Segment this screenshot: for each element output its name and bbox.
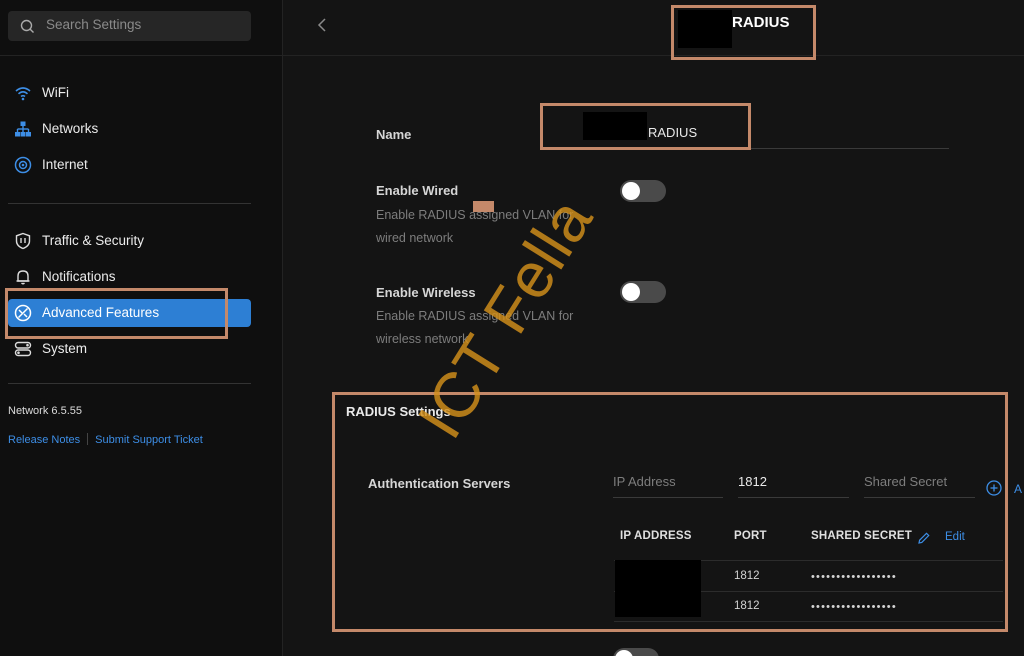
toggle-knob [622, 182, 640, 200]
system-icon [14, 341, 32, 357]
networks-icon [15, 121, 31, 137]
divider [0, 55, 283, 56]
sidebar-item-wifi[interactable]: WiFi [8, 79, 251, 107]
sidebar-item-label: Notifications [42, 269, 116, 284]
search-placeholder: Search Settings [46, 17, 142, 32]
add-server-button[interactable]: A [1014, 482, 1022, 496]
sidebar-item-label: Networks [42, 121, 99, 136]
sidebar-item-networks[interactable]: Networks [8, 115, 251, 143]
toggle-knob [615, 650, 633, 656]
divider [8, 203, 251, 204]
toggle-knob [622, 283, 640, 301]
globe-icon [14, 156, 32, 174]
sidebar-item-label: Internet [42, 157, 88, 172]
highlight-box [671, 5, 816, 60]
enable-wireless-toggle[interactable] [620, 281, 666, 303]
sidebar-item-label: WiFi [42, 85, 69, 100]
wifi-icon [15, 87, 31, 101]
enable-wired-toggle[interactable] [620, 180, 666, 202]
sidebar-item-notifications[interactable]: Notifications [8, 263, 251, 291]
highlight-box [540, 103, 751, 150]
divider [87, 433, 89, 445]
search-icon [20, 19, 34, 33]
sidebar-item-internet[interactable]: Internet [8, 151, 251, 179]
sidebar-item-label: Traffic & Security [42, 233, 145, 248]
sidebar-item-label: System [42, 341, 88, 356]
sidebar-item-traffic-security[interactable]: Traffic & Security [8, 227, 251, 255]
highlight-box [5, 288, 228, 339]
top-bar [283, 0, 1024, 56]
toggle[interactable] [613, 648, 659, 656]
version-label: Network 6.5.55 [8, 405, 82, 417]
divider [8, 383, 251, 384]
search-input[interactable]: Search Settings [8, 11, 251, 41]
sidebar-item-system[interactable]: System [8, 335, 251, 363]
enable-wireless-label: Enable Wireless [376, 285, 476, 300]
release-notes-link[interactable]: Release Notes [8, 434, 80, 446]
footer-links: Release Notes Submit Support Ticket [8, 433, 203, 446]
shield-icon [15, 232, 31, 250]
name-label: Name [376, 127, 412, 142]
support-ticket-link[interactable]: Submit Support Ticket [95, 434, 203, 446]
back-chevron-icon[interactable] [316, 17, 328, 33]
bell-icon [16, 270, 30, 285]
enable-wired-label: Enable Wired [376, 183, 459, 198]
annotation-mark [473, 201, 494, 212]
